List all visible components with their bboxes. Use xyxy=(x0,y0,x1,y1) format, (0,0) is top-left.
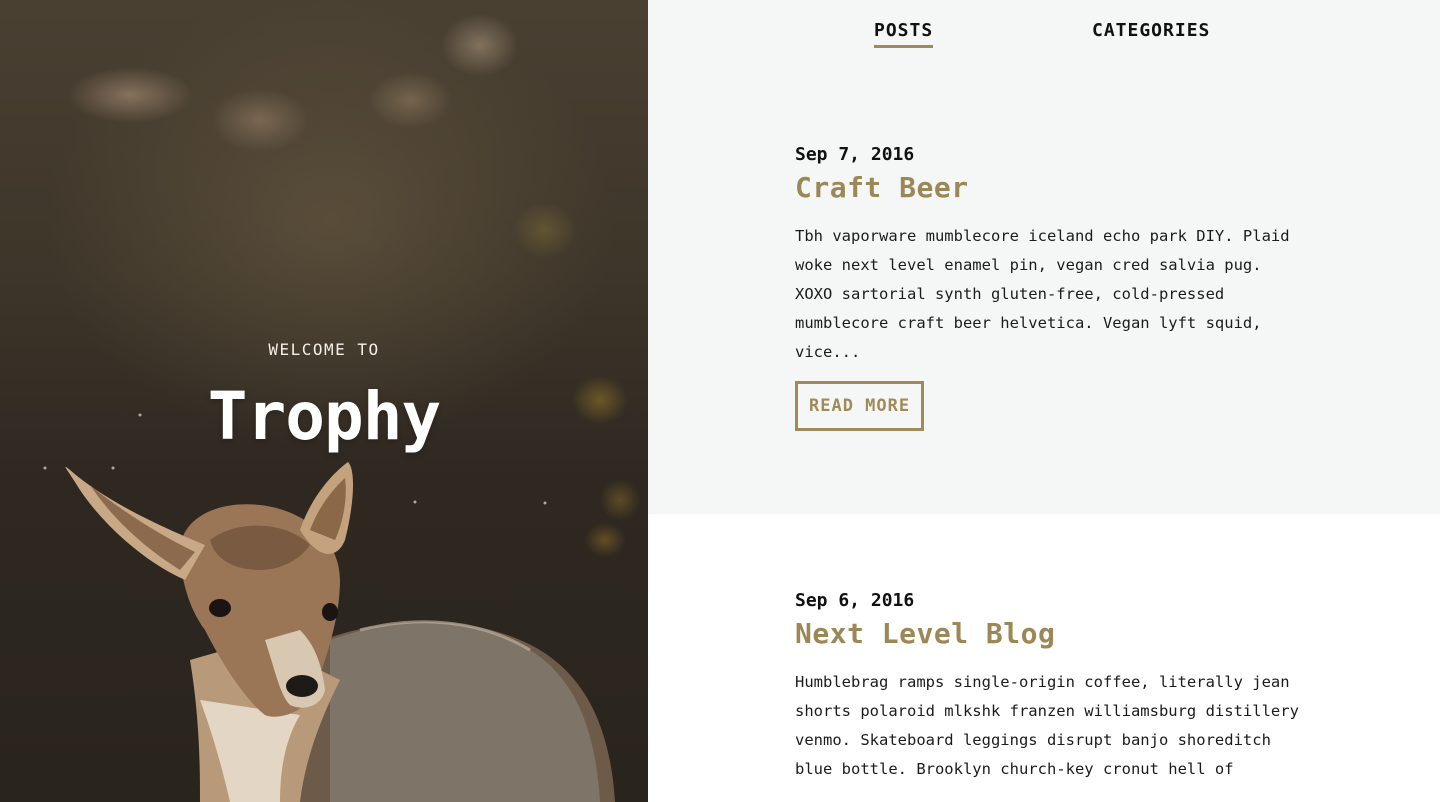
post-date: Sep 7, 2016 xyxy=(795,144,915,165)
tab-categories[interactable]: CATEGORIES xyxy=(1092,20,1210,45)
post-title-link[interactable]: Next Level Blog xyxy=(795,617,1305,650)
top-nav: POSTS CATEGORIES xyxy=(648,20,1440,52)
post-card: Sep 7, 2016 Craft Beer Tbh vaporware mum… xyxy=(795,144,1305,431)
site-title[interactable]: Trophy xyxy=(0,378,648,455)
main-content: POSTS CATEGORIES Sep 7, 2016 Craft Beer … xyxy=(648,0,1440,802)
post-excerpt: Humblebrag ramps single-origin coffee, l… xyxy=(795,673,1299,778)
read-more-button[interactable]: READ MORE xyxy=(795,381,925,431)
hero-panel: WELCOME TO Trophy xyxy=(0,0,648,802)
welcome-label: WELCOME TO xyxy=(268,340,380,359)
post-excerpt: Tbh vaporware mumblecore iceland echo pa… xyxy=(795,227,1290,361)
tab-posts[interactable]: POSTS xyxy=(874,20,934,48)
post-date: Sep 6, 2016 xyxy=(795,590,915,611)
post-title-link[interactable]: Craft Beer xyxy=(795,171,1305,204)
post-card: Sep 6, 2016 Next Level Blog Humblebrag r… xyxy=(795,590,1305,784)
